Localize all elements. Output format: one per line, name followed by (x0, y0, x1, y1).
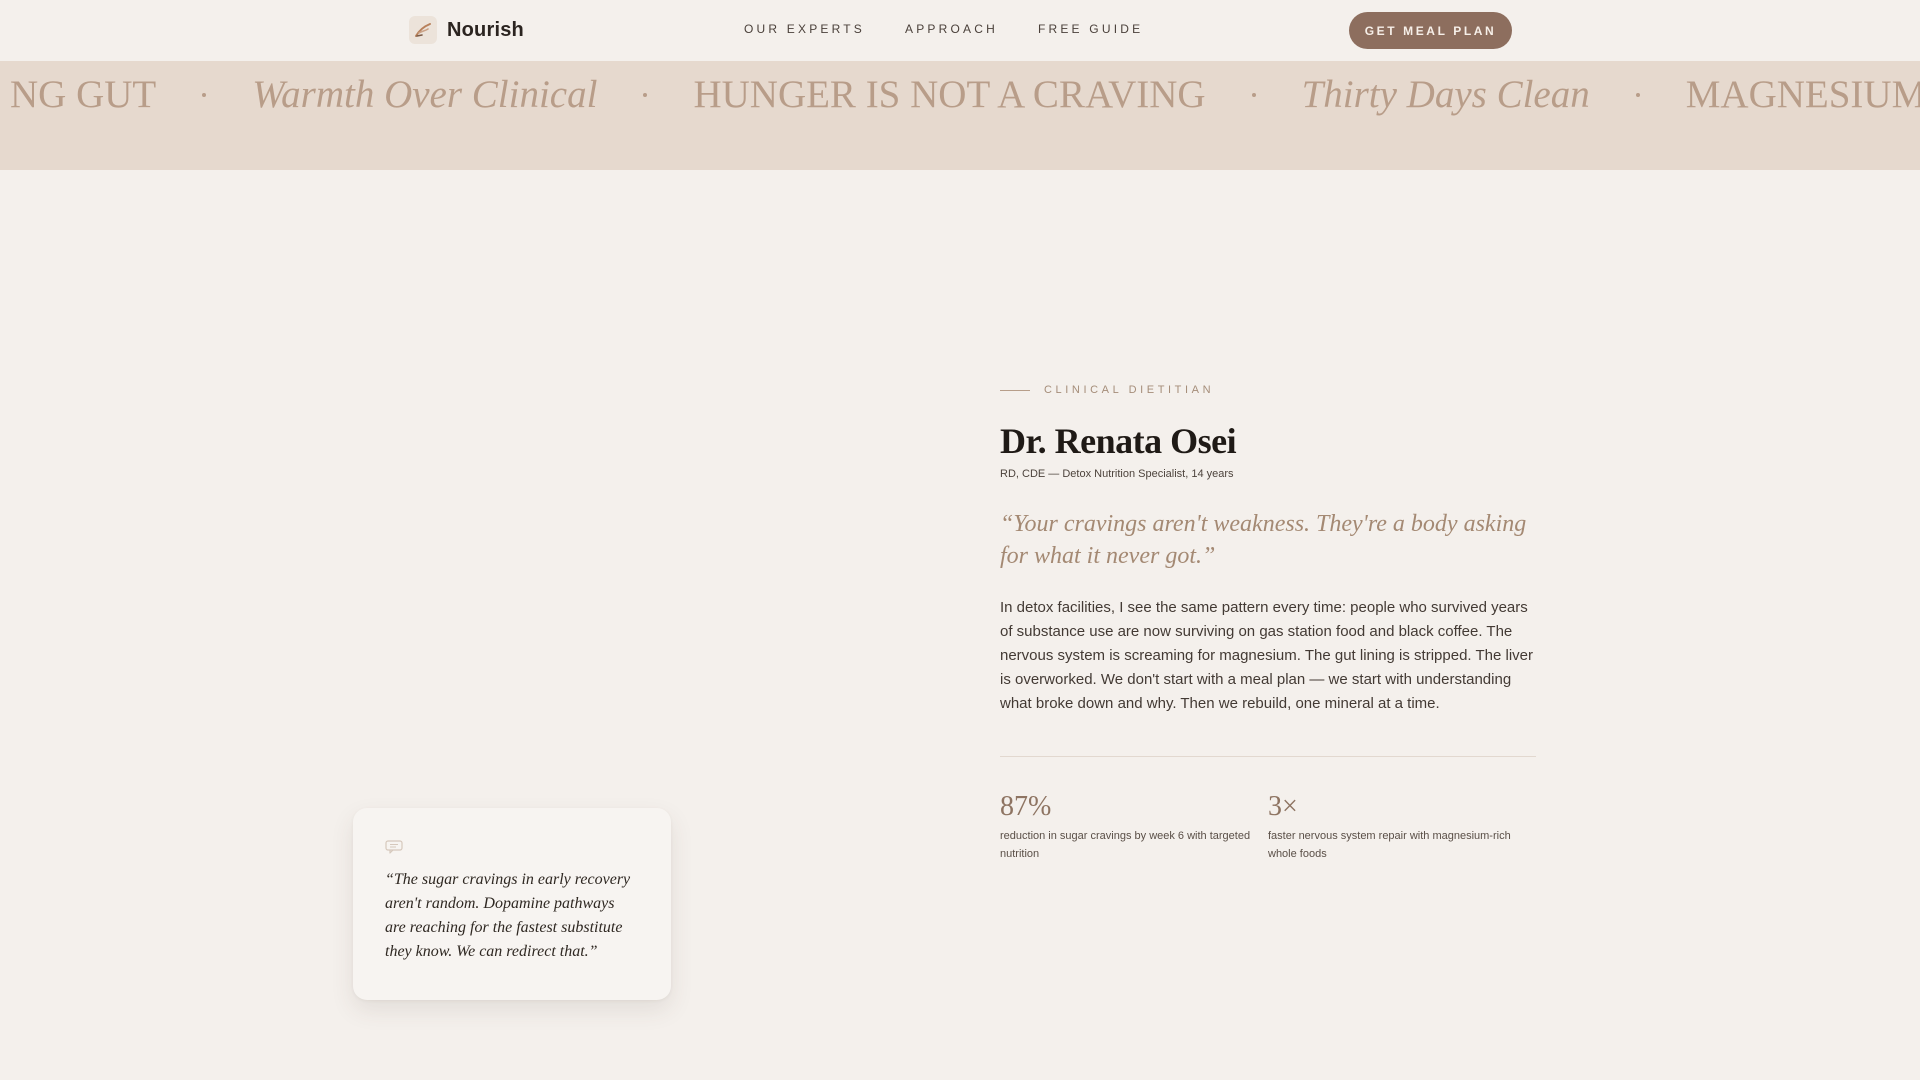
leaf-icon (409, 16, 437, 44)
expert-name: Dr. Renata Osei (1000, 421, 1237, 461)
nav-free-guide[interactable]: FREE GUIDE (1038, 22, 1143, 36)
stat-item: 3× faster nervous system repair with mag… (1268, 791, 1536, 863)
marquee-item: Thirty Days Clean (1301, 73, 1590, 116)
marquee-item: MAGNESIUM FOR TH (1685, 73, 1920, 116)
marquee-item: Warmth Over Clinical (252, 73, 598, 116)
stat-item: 87% reduction in sugar cravings by week … (1000, 791, 1268, 863)
marquee-ticker: NG GUT Warmth Over Clinical HUNGER IS NO… (0, 61, 1920, 170)
nav-our-experts[interactable]: OUR EXPERTS (744, 22, 865, 36)
chat-bubble-icon (385, 840, 403, 854)
eyebrow-label: CLINICAL DIETITIAN (1044, 384, 1215, 396)
eyebrow-rule (1000, 389, 1030, 391)
expert-bio: In detox facilities, I see the same patt… (1000, 599, 1534, 712)
eyebrow: CLINICAL DIETITIAN (1000, 384, 1536, 396)
stats-row: 87% reduction in sugar cravings by week … (1000, 791, 1536, 863)
expert-profile: CLINICAL DIETITIAN Dr. Renata Osei RD, C… (1000, 384, 1536, 863)
divider (1000, 756, 1536, 757)
testimonial-quote-card: “The sugar cravings in early recovery ar… (353, 808, 671, 1000)
main-nav: OUR EXPERTS APPROACH FREE GUIDE (744, 22, 1143, 36)
stat-value: 87% (1000, 791, 1052, 822)
stat-label: reduction in sugar cravings by week 6 wi… (1000, 830, 1251, 860)
marquee-item: HUNGER IS NOT A CRAVING (693, 73, 1206, 116)
brand-name: Nourish (447, 18, 524, 41)
brand-logo[interactable]: Nourish (409, 14, 524, 46)
get-meal-plan-button[interactable]: GET MEAL PLAN (1349, 12, 1512, 49)
quote-text: “The sugar cravings in early recovery ar… (385, 871, 631, 960)
expert-credentials: RD, CDE — Detox Nutrition Specialist, 14… (1000, 468, 1234, 480)
stat-value: 3× (1268, 791, 1298, 822)
marquee-item: NG GUT (10, 73, 157, 116)
stat-label: faster nervous system repair with magnes… (1268, 830, 1511, 860)
marquee-track: NG GUT Warmth Over Clinical HUNGER IS NO… (0, 63, 1920, 127)
site-header: Nourish OUR EXPERTS APPROACH FREE GUIDE … (0, 0, 1920, 61)
pull-quote: “Your cravings aren't weakness. They're … (1000, 511, 1527, 569)
nav-approach[interactable]: APPROACH (905, 22, 998, 36)
